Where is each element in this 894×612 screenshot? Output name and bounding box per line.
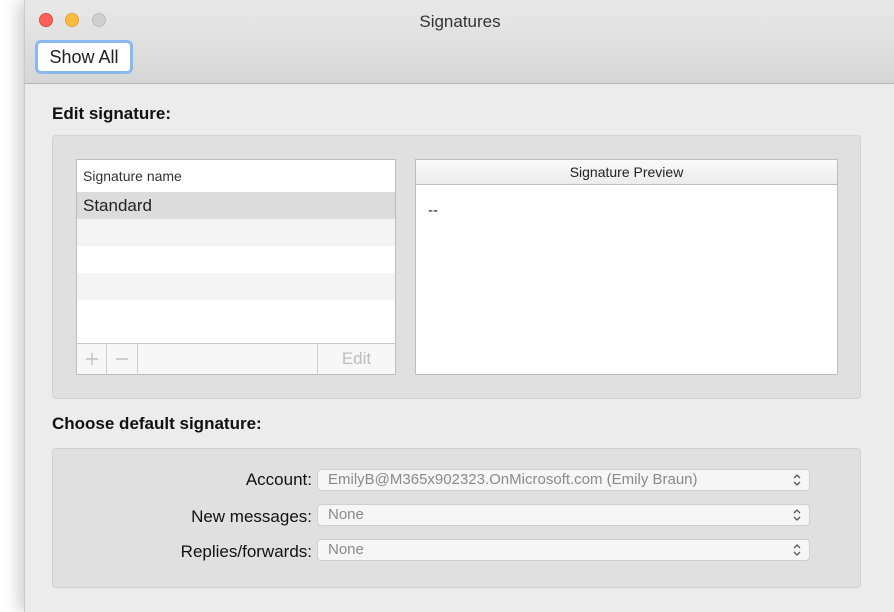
add-signature-button[interactable] xyxy=(77,344,107,374)
window-title: Signatures xyxy=(419,12,501,31)
default-signature-heading: Choose default signature: xyxy=(52,414,262,433)
account-label: Account: xyxy=(245,470,312,489)
list-item[interactable]: Standard xyxy=(77,192,395,219)
signature-preview-header: Signature Preview xyxy=(416,160,837,185)
edit-signature-heading: Edit signature: xyxy=(52,104,172,123)
chevron-updown-icon xyxy=(793,474,801,486)
signature-preview-text: -- xyxy=(428,202,438,219)
plus-icon xyxy=(85,353,98,365)
list-item-empty xyxy=(77,273,395,300)
signature-preview: Signature Preview -- xyxy=(415,159,838,375)
list-toolbar: Edit xyxy=(77,343,395,374)
account-value: EmilyB@M365x902323.OnMicrosoft.com (Emil… xyxy=(328,471,698,488)
new-messages-value: None xyxy=(328,506,364,523)
signature-name-header: Signature name xyxy=(77,160,395,192)
signature-list[interactable]: Signature name Standard Edit xyxy=(76,159,396,375)
list-item-empty xyxy=(77,219,395,246)
replies-forwards-value: None xyxy=(328,541,364,558)
new-messages-label: New messages: xyxy=(191,507,312,526)
minus-icon xyxy=(116,358,128,360)
chevron-updown-icon xyxy=(793,509,801,521)
title-bar: Signatures Show All xyxy=(25,0,894,84)
new-messages-select[interactable]: None xyxy=(317,504,810,526)
signatures-window: Signatures Show All Edit signature: Sign… xyxy=(24,0,894,612)
chevron-updown-icon xyxy=(793,544,801,556)
replies-forwards-label: Replies/forwards: xyxy=(180,542,312,561)
account-select[interactable]: EmilyB@M365x902323.OnMicrosoft.com (Emil… xyxy=(317,469,810,491)
remove-signature-button[interactable] xyxy=(107,344,138,374)
list-item-empty xyxy=(77,246,395,273)
edit-signature-button[interactable]: Edit xyxy=(317,344,395,374)
list-item-empty xyxy=(77,300,395,327)
replies-forwards-select[interactable]: None xyxy=(317,539,810,561)
show-all-button[interactable]: Show All xyxy=(35,40,133,74)
